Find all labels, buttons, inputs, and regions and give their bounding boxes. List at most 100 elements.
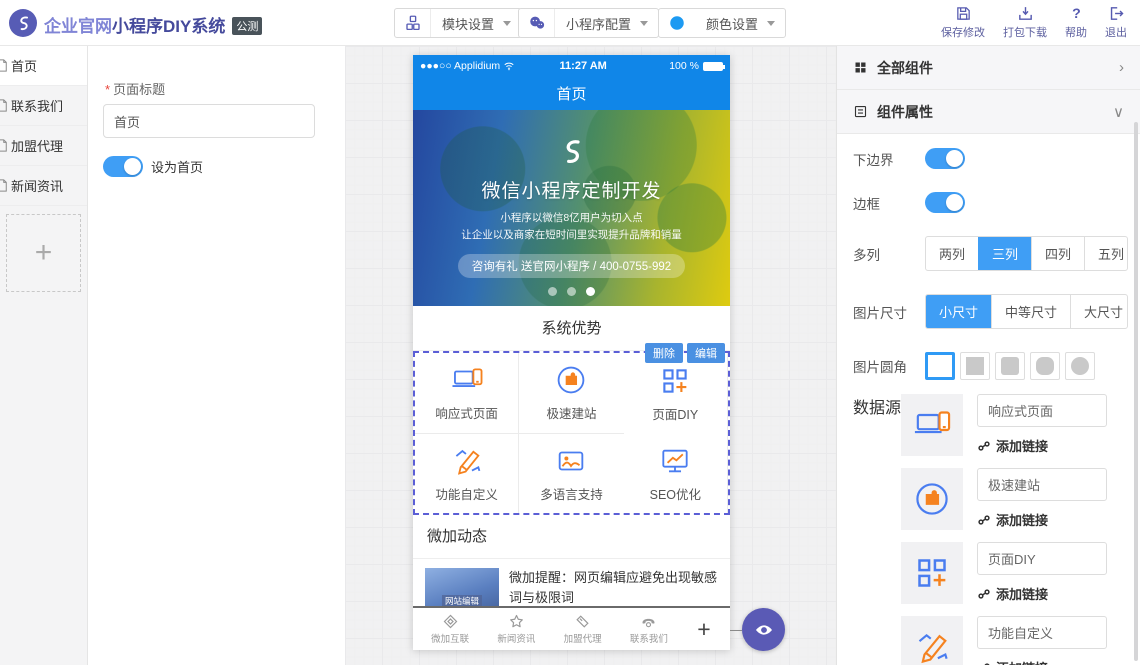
img-size-large[interactable]: 大尺寸 [1070,295,1128,328]
miniprogram-config-button[interactable]: 小程序配置 [518,8,659,38]
exit-icon [1108,5,1125,22]
add-link-button[interactable]: 添加链接 [977,436,1107,455]
chevron-right-icon: › [1119,59,1124,76]
component-attrs-label: 组件属性 [877,102,933,122]
datasource-list: 添加链接 添加链接 添加链接 [901,394,1107,665]
seo-icon [658,444,692,478]
datasource-name-input[interactable] [977,616,1107,649]
battery-icon [703,62,723,71]
dot [548,287,557,296]
feature-cell[interactable]: 多语言支持 [519,434,623,514]
sidebar-item-contact[interactable]: 联系我们 [0,86,87,126]
radius-option-none-selected[interactable] [925,352,955,380]
all-components-header[interactable]: 全部组件 › [837,46,1140,90]
datasource-label: 数据源 [853,394,901,418]
download-button[interactable]: 打包下载 [994,5,1056,40]
radius-option-circle[interactable] [1065,352,1095,380]
img-size-medium[interactable]: 中等尺寸 [991,295,1070,328]
feature-cell[interactable]: 响应式页面 [415,353,519,434]
feature-grid-component[interactable]: 删除 编辑 响应式页面 极速建站 页面DIY 功能自定义 多语言支持 SEO优化 [413,351,730,515]
set-home-row: 设为首页 [103,156,203,177]
dot-active [586,287,595,296]
exit-button[interactable]: 退出 [1096,5,1136,40]
caret-down-icon [767,21,775,30]
feature-cell[interactable]: SEO优化 [624,434,728,514]
module-settings-button[interactable]: 模块设置 [394,8,522,38]
columns-option-4[interactable]: 四列 [1031,237,1084,270]
columns-option-3[interactable]: 三列 [978,237,1031,270]
banner-subtitle2: 让企业以及商家在短时间里实现提升品牌和销量 [413,227,730,242]
page-title-input[interactable] [103,104,315,138]
preview-eye-button[interactable] [742,608,785,651]
color-settings-button[interactable]: 颜色设置 [658,8,786,38]
sidebar-item-label: 新闻资讯 [11,176,63,195]
panel-scrollbar[interactable] [1134,122,1138,661]
datasource-name-input[interactable] [977,468,1107,501]
img-radius-label: 图片圆角 [853,356,925,376]
eye-icon [754,620,774,640]
datasource-item: 添加链接 [901,468,1107,530]
banner-carousel[interactable]: 微信小程序定制开发 小程序以微信8亿用户为切入点 让企业以及商家在短时间里实现提… [413,110,730,306]
page-doc-icon [0,98,11,113]
tab-agency[interactable]: 加盟代理 [550,613,616,645]
download-icon [1017,5,1034,22]
topbar: 企业官网小程序DIY系统公测 模块设置 小程序配置 颜色设置 保存修改 打包下载… [0,0,1140,46]
img-size-group: 小尺寸 中等尺寸 大尺寸 [925,294,1128,329]
phone-nav-bar: 首页 [413,77,730,110]
design-canvas: ●●●○○ Applidium 11:27 AM 100 % 首页 微信小程序定… [345,46,836,665]
all-components-label: 全部组件 [877,58,933,78]
page-title-label: *页面标题 [105,79,165,98]
datasource-name-input[interactable] [977,394,1107,427]
app-logo-icon [9,9,37,37]
page-doc-icon [0,178,11,193]
sidebar-item-home[interactable]: 首页 [0,46,87,86]
save-button[interactable]: 保存修改 [932,5,994,40]
bottom-border-toggle[interactable] [925,148,965,169]
sidebar-item-label: 首页 [11,56,37,75]
tab-weijia[interactable]: 微加互联 [417,613,483,645]
sidebar-item-agency[interactable]: 加盟代理 [0,126,87,166]
link-icon [977,439,991,453]
datasource-row: 数据源 添加链接 添加链接 [853,394,1128,665]
help-icon: ? [1068,5,1085,22]
border-label: 边框 [853,193,925,213]
edit-badge-button[interactable]: 编辑 [687,343,725,363]
delete-badge-button[interactable]: 删除 [645,343,683,363]
pages-sidebar: 首页 联系我们 加盟代理 新闻资讯 + [0,46,88,665]
radius-option-rounded[interactable] [1030,352,1060,380]
sidebar-item-news[interactable]: 新闻资讯 [0,166,87,206]
datasource-name-input[interactable] [977,542,1107,575]
help-label: 帮助 [1065,24,1087,40]
download-label: 打包下载 [1003,24,1047,40]
border-row: 边框 [853,192,1128,213]
feature-cell[interactable]: 极速建站 [519,353,623,434]
app-title-part1: 企业官网 [44,17,112,36]
columns-option-2[interactable]: 两列 [926,237,978,270]
radius-option-square[interactable] [960,352,990,380]
add-page-button[interactable]: + [6,214,81,292]
puzzle-icon [554,363,588,397]
tag-icon [574,613,591,630]
tabbar-add-button[interactable]: + [682,616,726,643]
component-attrs-header[interactable]: 组件属性 ∨ [837,90,1140,134]
radius-option-slight[interactable] [995,352,1025,380]
datasource-item: 添加链接 [901,394,1107,456]
columns-option-5[interactable]: 五列 [1084,237,1128,270]
help-button[interactable]: ? 帮助 [1056,5,1096,40]
banner-title: 微信小程序定制开发 [413,176,730,203]
page-doc-icon [0,138,11,153]
tab-news[interactable]: 新闻资讯 [483,613,549,645]
image-icon [554,444,588,478]
add-link-button[interactable]: 添加链接 [977,584,1107,603]
sidebar-item-label: 加盟代理 [11,136,63,155]
phone-status-bar: ●●●○○ Applidium 11:27 AM 100 % [413,55,730,77]
add-link-button[interactable]: 添加链接 [977,658,1107,665]
feature-cell[interactable]: 功能自定义 [415,434,519,514]
columns-row: 多列 两列 三列 四列 五列 [853,236,1128,271]
img-size-small[interactable]: 小尺寸 [926,295,991,328]
border-toggle[interactable] [925,192,965,213]
feature-cell[interactable]: 页面DIY [624,353,728,434]
tab-contact[interactable]: 联系我们 [616,613,682,645]
add-link-button[interactable]: 添加链接 [977,510,1107,529]
set-home-toggle[interactable] [103,156,143,177]
